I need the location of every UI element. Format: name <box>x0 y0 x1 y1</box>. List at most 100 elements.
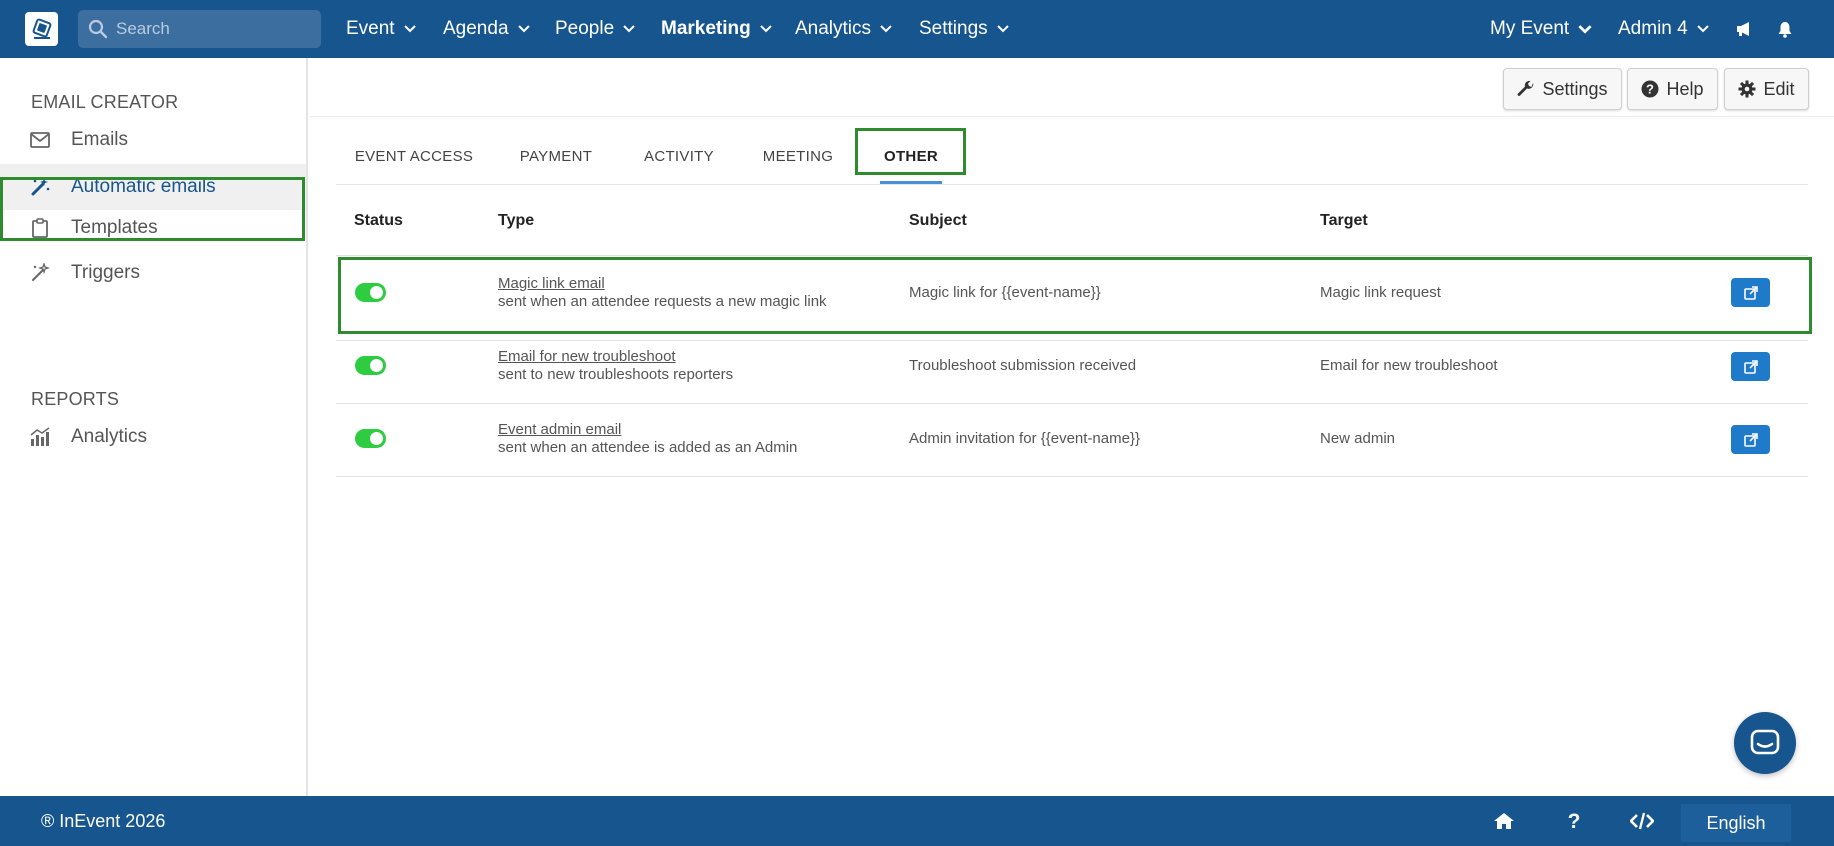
developer-button[interactable] <box>1627 796 1657 846</box>
email-type-link[interactable]: Magic link email <box>498 275 605 292</box>
email-subject: Troubleshoot submission received <box>909 357 1137 374</box>
language-selector[interactable]: English <box>1681 804 1791 842</box>
home-icon <box>1494 813 1514 829</box>
clipboard-icon <box>29 217 51 239</box>
gear-icon <box>1738 80 1756 98</box>
nav-settings[interactable]: Settings <box>919 0 1009 58</box>
chevron-down-icon <box>517 25 530 33</box>
nav-settings-label: Settings <box>919 18 988 39</box>
sidebar-item-analytics[interactable]: Analytics <box>0 417 306 457</box>
notifications-button[interactable] <box>1770 0 1800 58</box>
nav-marketing-label: Marketing <box>661 18 751 39</box>
chevron-down-icon <box>403 25 416 33</box>
question-icon: ? <box>1568 811 1581 831</box>
tab-activity[interactable]: ACTIVITY <box>636 133 722 179</box>
chevron-down-icon <box>760 25 772 33</box>
nav-event[interactable]: Event <box>346 0 416 58</box>
search-icon <box>88 19 108 39</box>
magic-wand-icon <box>29 176 51 198</box>
tab-event-access[interactable]: EVENT ACCESS <box>352 133 476 179</box>
column-header-subject: Subject <box>909 212 967 229</box>
column-header-status: Status <box>354 212 403 229</box>
edit-email-button[interactable] <box>1731 278 1770 307</box>
status-toggle[interactable] <box>355 429 386 448</box>
sidebar-section-email-creator: EMAIL CREATOR <box>31 92 179 112</box>
email-type-link[interactable]: Email for new troubleshoot <box>498 348 676 365</box>
help-footer-button[interactable]: ? <box>1559 796 1589 846</box>
chat-button[interactable] <box>1734 712 1796 774</box>
content-divider <box>310 116 1834 117</box>
nav-agenda[interactable]: Agenda <box>443 0 530 58</box>
chevron-down-icon <box>996 25 1009 33</box>
home-button[interactable] <box>1489 796 1519 846</box>
tab-payment[interactable]: PAYMENT <box>507 133 605 179</box>
email-target: New admin <box>1320 430 1396 447</box>
bell-icon <box>1778 21 1792 38</box>
megaphone-icon <box>1737 22 1749 36</box>
email-type-description: sent to new troubleshoots reporters <box>498 366 734 383</box>
search-box[interactable] <box>78 10 321 48</box>
edit-button[interactable]: Edit <box>1724 68 1809 110</box>
external-link-icon <box>1743 285 1758 300</box>
chevron-down-icon <box>623 25 635 33</box>
edit-button-label: Edit <box>1763 78 1795 99</box>
sidebar: EMAIL CREATOR Emails Automatic emails Te… <box>0 58 308 796</box>
sidebar-item-automatic-emails[interactable]: Automatic emails <box>0 164 306 210</box>
help-button-label: Help <box>1666 78 1704 99</box>
sidebar-item-label: Triggers <box>71 262 140 283</box>
svg-text:?: ? <box>1647 82 1655 97</box>
email-type-link[interactable]: Event admin email <box>498 421 621 438</box>
nav-marketing[interactable]: Marketing <box>661 0 772 58</box>
row-divider <box>336 255 1808 256</box>
edit-email-button[interactable] <box>1731 352 1770 381</box>
edit-email-button[interactable] <box>1731 425 1770 454</box>
app-logo[interactable] <box>25 12 58 46</box>
nav-analytics[interactable]: Analytics <box>795 0 892 58</box>
column-header-target: Target <box>1320 212 1368 229</box>
announcement-button[interactable] <box>1729 0 1759 58</box>
help-button[interactable]: ? Help <box>1627 68 1718 110</box>
top-navbar: Event Agenda People Marketing Analytics … <box>0 0 1834 58</box>
external-link-icon <box>1743 432 1758 447</box>
column-header-type: Type <box>498 212 535 229</box>
email-target: Magic link request <box>1320 284 1441 301</box>
email-subject: Magic link for {{event-name}} <box>909 284 1101 301</box>
sidebar-section-reports: REPORTS <box>31 389 120 409</box>
status-toggle[interactable] <box>355 356 386 375</box>
status-toggle[interactable] <box>355 283 386 302</box>
settings-button[interactable]: Settings <box>1503 68 1622 110</box>
email-type-description: sent when an attendee requests a new mag… <box>498 293 827 310</box>
sparkle-wand-icon <box>29 262 51 284</box>
admin-menu[interactable]: Admin 4 <box>1618 0 1709 58</box>
wrench-icon <box>1518 80 1534 96</box>
chat-icon <box>1750 729 1780 755</box>
bar-chart-icon <box>29 426 51 448</box>
code-icon <box>1630 812 1654 830</box>
chevron-down-icon <box>880 25 892 33</box>
tab-meeting[interactable]: MEETING <box>756 133 840 179</box>
email-type-description: sent when an attendee is added as an Adm… <box>498 439 798 456</box>
email-target: Email for new troubleshoot <box>1320 357 1498 374</box>
copyright-text: ® InEvent 2026 <box>41 810 166 831</box>
chevron-down-icon <box>1578 24 1592 34</box>
row-divider <box>336 403 1808 404</box>
sidebar-item-triggers[interactable]: Triggers <box>0 253 306 293</box>
email-subject: Admin invitation for {{event-name}} <box>909 430 1140 447</box>
sidebar-item-emails[interactable]: Emails <box>0 120 306 160</box>
nav-event-label: Event <box>346 18 395 39</box>
nav-agenda-label: Agenda <box>443 18 509 39</box>
tab-other[interactable]: OTHER <box>870 133 952 179</box>
search-input[interactable] <box>116 19 306 39</box>
nav-people[interactable]: People <box>555 0 635 58</box>
tabs-divider <box>336 184 1808 185</box>
logo-icon <box>32 18 51 39</box>
settings-button-label: Settings <box>1542 78 1608 99</box>
sidebar-item-label: Templates <box>71 217 158 238</box>
nav-people-label: People <box>555 18 615 39</box>
sidebar-item-templates[interactable]: Templates <box>0 208 306 248</box>
admin-menu-label: Admin 4 <box>1618 18 1688 39</box>
footer: ® InEvent 2026 ? English <box>0 796 1834 846</box>
event-selector-label: My Event <box>1490 18 1570 39</box>
event-selector[interactable]: My Event <box>1490 0 1592 58</box>
chevron-down-icon <box>1696 25 1709 33</box>
